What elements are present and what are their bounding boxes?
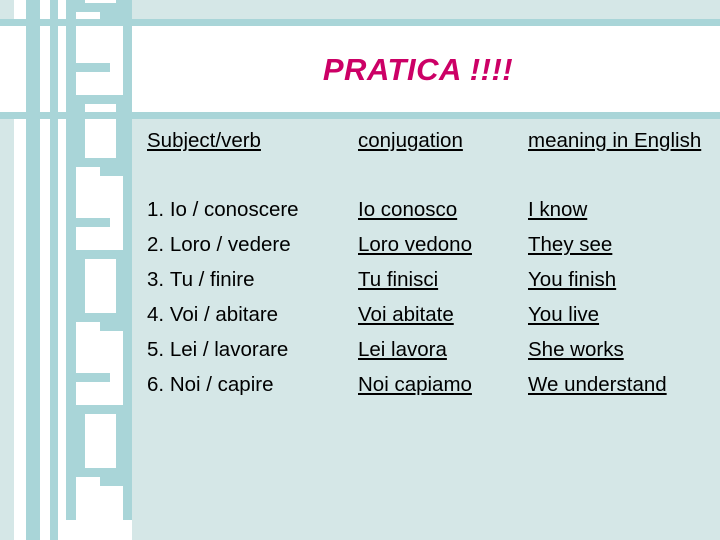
cell-conjugation: Loro vedono bbox=[358, 227, 528, 262]
row-conjugation: Loro vedono bbox=[358, 233, 472, 256]
row-conjugation: Lei lavora bbox=[358, 338, 447, 361]
table-row: 2. Loro / vedere Loro vedono They see bbox=[132, 227, 720, 262]
row-meaning: We understand bbox=[528, 373, 667, 396]
row-number: 4. bbox=[147, 303, 165, 326]
header-subject-verb: Subject/verb bbox=[132, 119, 358, 163]
row-number: 5. bbox=[147, 338, 165, 361]
page-title: PRATICA !!!! bbox=[322, 52, 514, 87]
cell-subject: 1. Io / conoscere bbox=[132, 192, 358, 227]
header-subject-verb-label: Subject/verb bbox=[147, 129, 261, 152]
header-conjugation-label: conjugation bbox=[358, 129, 463, 152]
row-meaning: They see bbox=[528, 233, 613, 256]
table-row: 5. Lei / lavorare Lei lavora She works bbox=[132, 332, 720, 367]
cell-conjugation: Io conosco bbox=[358, 192, 528, 227]
cell-subject: 6. Noi / capire bbox=[132, 367, 358, 402]
spacer-cell-3 bbox=[528, 163, 720, 192]
conjugation-table: Subject/verb conjugation meaning in Engl… bbox=[132, 119, 720, 402]
cell-subject: 3. Tu / finire bbox=[132, 262, 358, 297]
row-number: 2. bbox=[147, 233, 165, 256]
cell-meaning: I know bbox=[528, 192, 720, 227]
cell-conjugation: Voi abitate bbox=[358, 297, 528, 332]
cell-meaning: They see bbox=[528, 227, 720, 262]
row-meaning: She works bbox=[528, 338, 624, 361]
header-meaning-in-english: meaning in English bbox=[528, 119, 720, 163]
row-subject: Io / conoscere bbox=[169, 198, 299, 221]
table-row: 3. Tu / finire Tu finisci You finish bbox=[132, 262, 720, 297]
header-conjugation: conjugation bbox=[358, 119, 528, 163]
cell-subject: 2. Loro / vedere bbox=[132, 227, 358, 262]
cell-meaning: She works bbox=[528, 332, 720, 367]
cell-conjugation: Tu finisci bbox=[358, 262, 528, 297]
table-row: 4. Voi / abitare Voi abitate You live bbox=[132, 297, 720, 332]
cell-meaning: We understand bbox=[528, 367, 720, 402]
row-number: 6. bbox=[147, 373, 165, 396]
table-row: 1. Io / conoscere Io conosco I know bbox=[132, 192, 720, 227]
spacer-cell-1 bbox=[132, 163, 358, 192]
table-row: 6. Noi / capire Noi capiamo We understan… bbox=[132, 367, 720, 402]
row-meaning: I know bbox=[528, 198, 588, 221]
border-pattern-overlay-svg bbox=[0, 0, 132, 540]
table-spacer-row bbox=[132, 163, 720, 192]
cell-meaning: You live bbox=[528, 297, 720, 332]
row-number: 1. bbox=[147, 198, 165, 221]
row-conjugation: Noi capiamo bbox=[358, 373, 472, 396]
cell-subject: 4. Voi / abitare bbox=[132, 297, 358, 332]
row-meaning: You finish bbox=[528, 268, 617, 291]
row-subject: Lei / lavorare bbox=[169, 338, 289, 361]
row-conjugation: Io conosco bbox=[358, 198, 458, 221]
table-header-row: Subject/verb conjugation meaning in Engl… bbox=[132, 119, 720, 163]
conjugation-exercise: Subject/verb conjugation meaning in Engl… bbox=[132, 119, 720, 540]
slide: PRATICA !!!! Subject/verb conjugation me… bbox=[0, 0, 720, 540]
row-subject: Loro / vedere bbox=[169, 233, 291, 256]
cell-conjugation: Noi capiamo bbox=[358, 367, 528, 402]
row-meaning: You live bbox=[528, 303, 600, 326]
row-subject: Noi / capire bbox=[169, 373, 274, 396]
cell-subject: 5. Lei / lavorare bbox=[132, 332, 358, 367]
cell-conjugation: Lei lavora bbox=[358, 332, 528, 367]
row-subject: Tu / finire bbox=[169, 268, 255, 291]
spacer-cell-2 bbox=[358, 163, 528, 192]
row-number: 3. bbox=[147, 268, 165, 291]
row-conjugation: Voi abitate bbox=[358, 303, 454, 326]
cell-meaning: You finish bbox=[528, 262, 720, 297]
header-meaning-label: meaning in English bbox=[528, 129, 702, 152]
decorative-border-overlay bbox=[0, 0, 132, 540]
row-conjugation: Tu finisci bbox=[358, 268, 439, 291]
row-subject: Voi / abitare bbox=[169, 303, 279, 326]
